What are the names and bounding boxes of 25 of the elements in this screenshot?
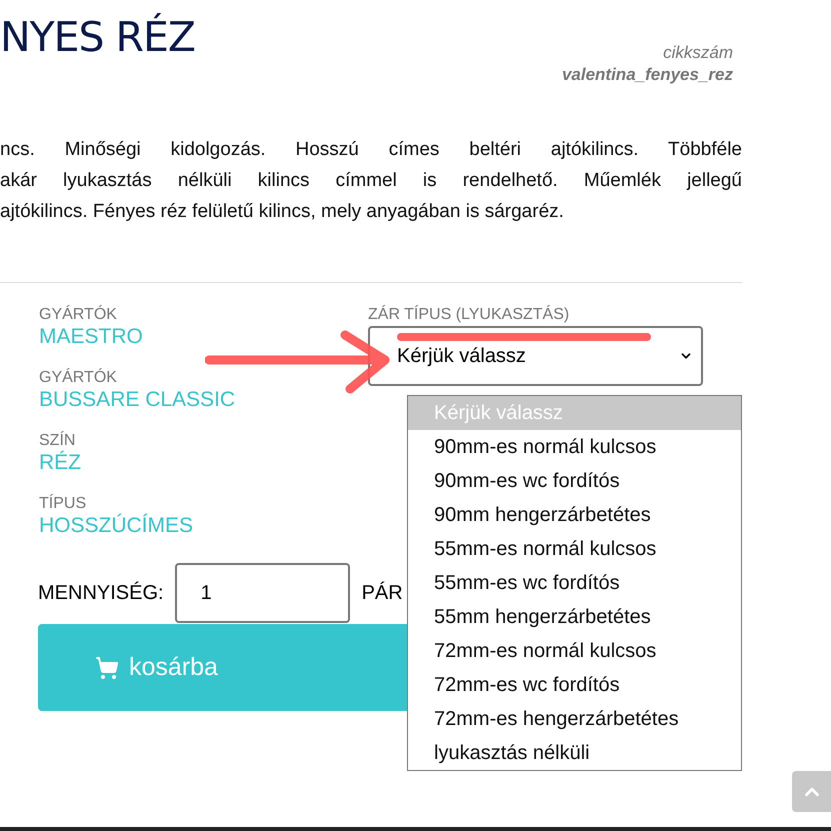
select-label: ZÁR TÍPUS (LYUKASZTÁS) bbox=[368, 305, 570, 325]
sku-value: valentina_fenyes_rez bbox=[562, 64, 733, 86]
sku-label: cikkszám bbox=[663, 42, 733, 64]
dropdown-option[interactable]: 55mm-es normál kulcsos bbox=[408, 532, 741, 566]
description-text: ncs. Minőségi kidolgozás. Hosszú címes beltéri ajtókilincs. Többféle bbox=[0, 138, 742, 162]
attribute-label: GYÁRTÓK bbox=[39, 368, 118, 388]
quantity-field[interactable]: 1 bbox=[174, 563, 350, 623]
attribute-label: GYÁRTÓK bbox=[39, 305, 118, 325]
dropdown-option[interactable]: 55mm-es wc fordítós bbox=[408, 566, 741, 600]
description-text: ajtókilincs. Fényes réz felületű kilincs, mely anyagában is sárgaréz. bbox=[0, 200, 565, 224]
scroll-top-button[interactable] bbox=[792, 771, 831, 812]
quantity-label: MENNYISÉG: bbox=[38, 580, 164, 606]
attribute-label: TÍPUS bbox=[39, 494, 88, 514]
unit-label: PÁR bbox=[362, 580, 403, 606]
attribute-value: HOSSZÚCÍMES bbox=[39, 514, 194, 538]
attribute-value: BUSSARE CLASSIC bbox=[39, 388, 236, 412]
dropdown-option[interactable]: 90mm-es wc fordítós bbox=[408, 464, 741, 498]
dropdown-option[interactable]: lyukasztás nélküli bbox=[408, 736, 741, 770]
attribute-value: RÉZ bbox=[39, 451, 82, 475]
description-text: akár lyukasztás nélküli kilincs címmel is rendelhető. Műemlék jellegű bbox=[0, 169, 742, 193]
dropdown-option[interactable]: 90mm-es normál kulcsos bbox=[408, 430, 741, 464]
attribute-label: SZÍN bbox=[39, 431, 76, 450]
attribute-value: MAESTRO bbox=[39, 325, 144, 349]
dropdown-option[interactable]: 90mm hengerzárbetétes bbox=[408, 498, 741, 532]
cart-icon bbox=[95, 656, 119, 680]
